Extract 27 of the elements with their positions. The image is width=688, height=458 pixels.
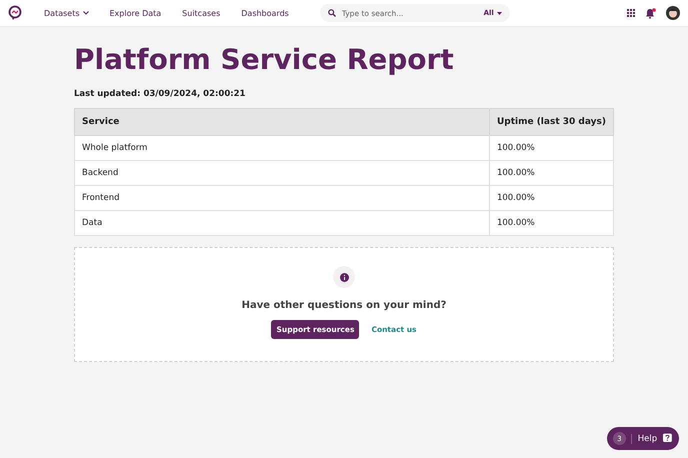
table-cell: 100.00%: [489, 186, 614, 210]
table-cell: 100.00%: [489, 136, 614, 160]
page-title: Platform Service Report: [74, 43, 455, 76]
column-header: Service: [74, 108, 490, 136]
avatar-icon[interactable]: [666, 6, 680, 20]
table-cell: Data: [74, 210, 490, 236]
search-icon: [328, 9, 336, 17]
nav-link[interactable]: Suitcases: [182, 8, 220, 18]
chat-logo-icon[interactable]: [8, 5, 22, 21]
grid-icon[interactable]: [627, 9, 635, 17]
chevron-down-icon: [82, 11, 88, 15]
question-icon: [662, 433, 673, 444]
table-cell: 100.00%: [489, 160, 614, 186]
help-question: Have other questions on your mind?: [242, 300, 446, 311]
table-cell: Backend: [74, 160, 490, 186]
table-cell: Frontend: [74, 186, 490, 210]
help-label: Help: [630, 434, 658, 444]
table-cell: 100.00%: [489, 210, 614, 236]
bell-icon[interactable]: [645, 8, 656, 18]
nav-link[interactable]: Explore Data: [110, 8, 162, 18]
last-updated-text: Last updated: 03/09/2024, 02:00:21: [74, 89, 246, 99]
nav-link[interactable]: Dashboards: [241, 8, 289, 18]
nav-link[interactable]: Datasets: [44, 8, 88, 18]
table-cell: Whole platform: [74, 136, 490, 160]
info-icon: [333, 266, 355, 288]
column-header: Uptime (last 30 days): [489, 108, 614, 136]
caret-icon: [496, 12, 502, 14]
